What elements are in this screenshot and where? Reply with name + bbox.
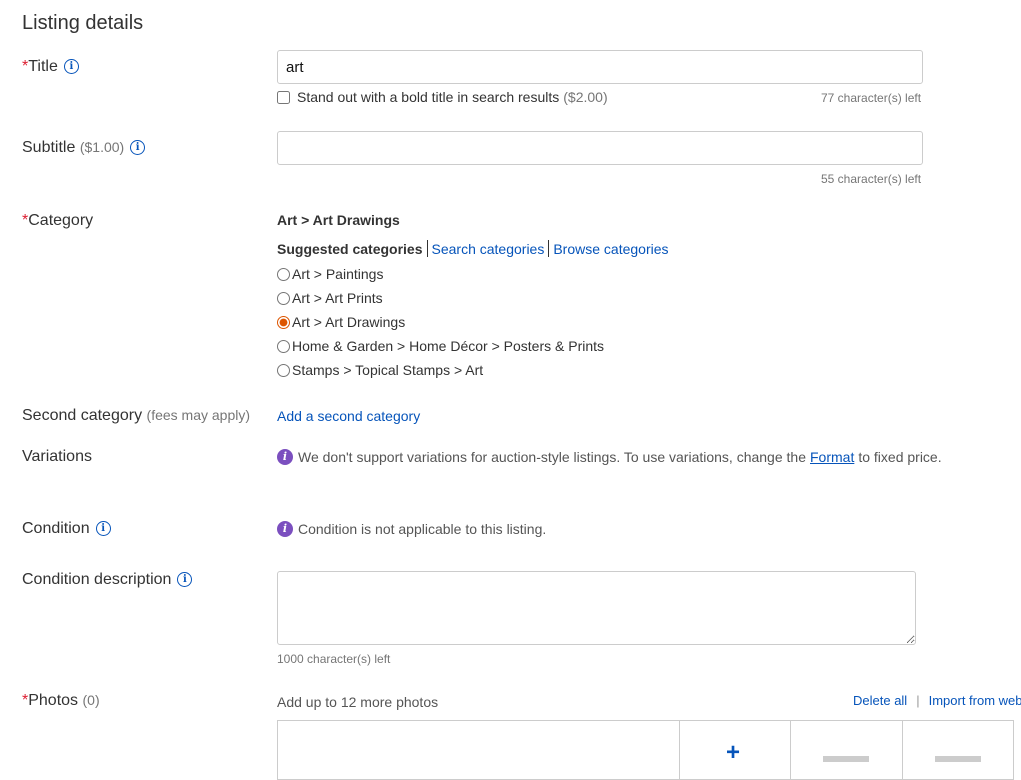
condition-description-chars-left: 1000 character(s) left: [277, 652, 391, 666]
import-from-web-link[interactable]: Import from web: [929, 693, 1021, 708]
condition-description-textarea[interactable]: [277, 571, 916, 645]
title-chars-left: 77 character(s) left: [821, 91, 922, 105]
bold-title-label: Stand out with a bold title in search re…: [297, 89, 560, 105]
selected-category-path: Art > Art Drawings: [277, 212, 400, 228]
variations-label: Variations: [22, 448, 92, 465]
photo-slot[interactable]: [902, 721, 1015, 779]
delete-all-photos-link[interactable]: Delete all: [853, 693, 907, 708]
second-category-note: (fees may apply): [146, 407, 251, 423]
subtitle-label: Subtitle: [22, 139, 76, 156]
add-photo-slot[interactable]: +: [679, 721, 791, 779]
subtitle-input[interactable]: [277, 131, 923, 165]
add-second-category-link[interactable]: Add a second category: [277, 408, 420, 424]
condition-description-info-icon[interactable]: i: [177, 572, 193, 588]
section-title: Listing details: [22, 12, 144, 34]
photos-hint: Add up to 12 more photos: [277, 694, 439, 710]
category-option[interactable]: Home & Garden > Home Décor > Posters & P…: [277, 338, 604, 354]
condition-message: Condition is not applicable to this list…: [298, 521, 547, 537]
photo-placeholder-icon: [823, 756, 869, 762]
category-label: Category: [28, 212, 94, 229]
format-link[interactable]: Format: [810, 449, 854, 465]
category-radio[interactable]: [277, 363, 290, 377]
second-category-label: Second category: [22, 407, 143, 424]
bold-title-option: Stand out with a bold title in search re…: [277, 89, 608, 105]
info-notice-icon: i: [277, 449, 293, 465]
category-option-label: Stamps > Topical Stamps > Art: [292, 362, 484, 378]
browse-categories-link[interactable]: Browse categories: [553, 241, 668, 257]
add-photo-icon: +: [726, 739, 741, 766]
condition-label-row: Condition i: [22, 520, 111, 538]
photos-label: Photos: [28, 692, 79, 709]
variations-message-post: to fixed price.: [858, 449, 942, 465]
title-info-icon[interactable]: i: [63, 59, 79, 75]
subtitle-label-row: Subtitle ($1.00) i: [22, 139, 146, 157]
category-option[interactable]: Stamps > Topical Stamps > Art: [277, 362, 483, 378]
category-tools: Suggested categories Search categories B…: [277, 240, 669, 257]
photos-label-row: *Photos (0): [22, 692, 100, 710]
condition-description-label: Condition description: [22, 571, 172, 588]
info-notice-icon: i: [277, 521, 293, 537]
category-option[interactable]: Art > Art Drawings: [277, 314, 405, 330]
category-radio[interactable]: [277, 339, 290, 353]
title-label-row: *Title i: [22, 58, 79, 76]
divider: [548, 240, 550, 257]
photos-count: (0): [82, 692, 100, 708]
category-option-label: Art > Paintings: [292, 266, 384, 282]
condition-notice: i Condition is not applicable to this li…: [277, 521, 546, 537]
condition-label: Condition: [22, 520, 90, 537]
bold-title-price: ($2.00): [563, 89, 608, 105]
title-label: Title: [28, 58, 58, 75]
bold-title-checkbox[interactable]: [277, 90, 290, 104]
category-option[interactable]: Art > Paintings: [277, 266, 383, 282]
category-option[interactable]: Art > Art Prints: [277, 290, 383, 306]
photo-slot[interactable]: [790, 721, 903, 779]
category-option-label: Home & Garden > Home Décor > Posters & P…: [292, 338, 605, 354]
second-category-label-row: Second category (fees may apply): [22, 407, 250, 425]
category-label-row: *Category: [22, 212, 93, 230]
actions-separator: |: [916, 693, 920, 708]
category-radio[interactable]: [277, 291, 290, 305]
suggested-categories-label: Suggested categories: [277, 240, 423, 257]
subtitle-price: ($1.00): [79, 139, 125, 155]
title-input[interactable]: [277, 50, 923, 84]
search-categories-link[interactable]: Search categories: [432, 241, 545, 257]
subtitle-chars-left: 55 character(s) left: [821, 172, 922, 186]
divider: [426, 240, 428, 257]
variations-notice: i We don't support variations for auctio…: [277, 449, 942, 465]
photo-uploader[interactable]: +: [277, 720, 1014, 780]
variations-message-pre: We don't support variations for auction-…: [298, 449, 806, 465]
condition-info-icon[interactable]: i: [95, 521, 111, 537]
category-option-label: Art > Art Drawings: [292, 314, 406, 330]
subtitle-info-icon[interactable]: i: [130, 140, 146, 156]
category-radio[interactable]: [277, 315, 290, 329]
photo-placeholder-icon: [935, 756, 981, 762]
category-option-label: Art > Art Prints: [292, 290, 383, 306]
photo-actions: Delete all | Import from web: [853, 693, 1021, 708]
category-radio[interactable]: [277, 267, 290, 281]
condition-description-label-row: Condition description i: [22, 571, 193, 589]
